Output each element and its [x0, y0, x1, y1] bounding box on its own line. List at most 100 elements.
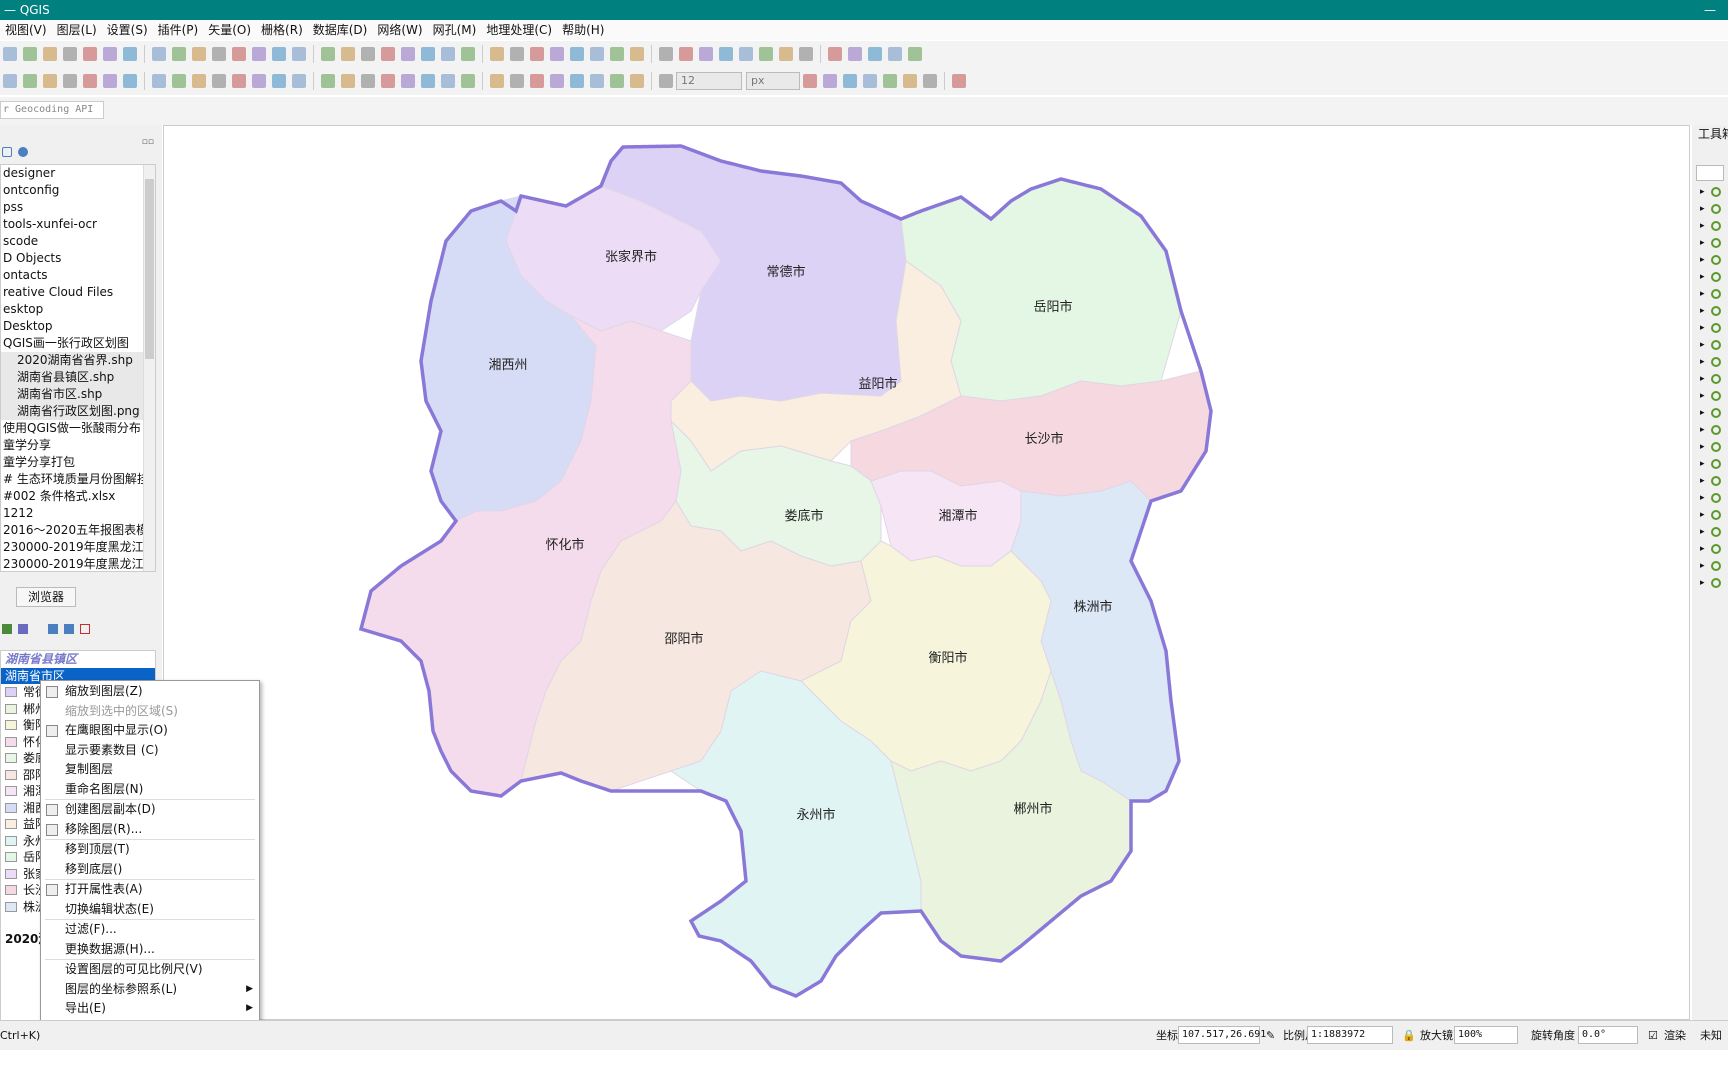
toolbox-provider-row[interactable]: ▸	[1692, 387, 1728, 404]
minimize-button[interactable]: —	[1704, 0, 1716, 20]
menu-item[interactable]: 网络(W)	[372, 20, 427, 40]
context-menu-item[interactable]: 创建图层副本(D)	[41, 800, 259, 820]
toolbar-tool-icon[interactable]	[212, 74, 226, 88]
browser-item[interactable]: 230000-2019年度黑龙江省	[1, 556, 155, 571]
toolbar-tool-icon[interactable]	[3, 74, 17, 88]
browser-item[interactable]: 2016～2020五年报图表模	[1, 522, 155, 539]
toolbar-tool-icon[interactable]	[321, 74, 335, 88]
context-menu-item[interactable]: 移到底层()	[41, 860, 259, 880]
browser-item[interactable]: D Objects	[1, 250, 155, 267]
toolbar-tool-icon[interactable]	[863, 74, 877, 88]
toolbox-provider-row[interactable]: ▸	[1692, 472, 1728, 489]
toolbar-tool-icon[interactable]	[401, 74, 415, 88]
toolbar-tool-icon[interactable]	[530, 74, 544, 88]
toolbar-tool-icon[interactable]	[401, 47, 415, 61]
toolbar-tool-icon[interactable]	[759, 47, 773, 61]
toolbar-tool-icon[interactable]	[659, 74, 673, 88]
hunan-map[interactable]: 张家界市常德市岳阳市湘西州益阳市长沙市娄底市 湘潭市怀化市株洲市邵阳市衡阳市永州市…	[164, 126, 1691, 1021]
layer-group-row[interactable]: 湖南省县镇区	[1, 651, 155, 668]
toolbar-tool-icon[interactable]	[152, 47, 166, 61]
toolbar-tool-icon[interactable]	[361, 47, 375, 61]
unit-combo[interactable]: px	[746, 72, 800, 90]
toolbar-tool-icon[interactable]	[152, 74, 166, 88]
context-menu-item[interactable]: 设置图层的可见比例尺(V)	[41, 960, 259, 980]
toolbar-tool-icon[interactable]	[341, 74, 355, 88]
toolbox-provider-row[interactable]: ▸	[1692, 336, 1728, 353]
context-menu-item[interactable]: 打开属性表(A)	[41, 880, 259, 900]
toolbar-tool-icon[interactable]	[123, 47, 137, 61]
toolbox-provider-row[interactable]: ▸	[1692, 438, 1728, 455]
unknown-crs-label[interactable]: 未知	[1700, 1028, 1722, 1044]
toolbar-tool-icon[interactable]	[43, 47, 57, 61]
toolbar-tool-icon[interactable]	[739, 47, 753, 61]
toolbar-tool-icon[interactable]	[823, 74, 837, 88]
browser-item[interactable]: reative Cloud Files	[1, 284, 155, 301]
context-menu-item[interactable]: 在鹰眼图中显示(O)	[41, 721, 259, 741]
toolbar-tool-icon[interactable]	[252, 74, 266, 88]
toolbar-tool-icon[interactable]	[868, 47, 882, 61]
panel-close-icon[interactable]: ▫▫	[142, 137, 154, 147]
toolbar-tool-icon[interactable]	[123, 74, 137, 88]
tab-browser[interactable]: 浏览器	[16, 587, 76, 607]
menu-item[interactable]: 数据库(D)	[308, 20, 373, 40]
browser-item[interactable]: ontacts	[1, 267, 155, 284]
toolbar-tool-icon[interactable]	[550, 47, 564, 61]
toolbar-tool-icon[interactable]	[292, 47, 306, 61]
toolbar-tool-icon[interactable]	[923, 74, 937, 88]
toolbox-provider-row[interactable]: ▸	[1692, 353, 1728, 370]
filter-icon[interactable]	[2, 624, 12, 634]
toolbar-tool-icon[interactable]	[361, 74, 375, 88]
browser-item[interactable]: Desktop	[1, 318, 155, 335]
toolbar-tool-icon[interactable]	[63, 47, 77, 61]
add-group-icon[interactable]	[18, 624, 28, 634]
toolbar-tool-icon[interactable]	[321, 47, 335, 61]
rotation-field[interactable]: 0.0°	[1578, 1026, 1638, 1044]
context-menu-item[interactable]: 过滤(F)...	[41, 920, 259, 940]
toolbar-tool-icon[interactable]	[292, 74, 306, 88]
toolbar-tool-icon[interactable]	[421, 74, 435, 88]
toolbar-tool-icon[interactable]	[630, 74, 644, 88]
toolbar-tool-icon[interactable]	[490, 74, 504, 88]
menu-item[interactable]: 网孔(M)	[428, 20, 482, 40]
toolbar-tool-icon[interactable]	[421, 47, 435, 61]
browser-item[interactable]: 湖南省行政区划图.png	[1, 403, 155, 420]
geocoding-input[interactable]: r Geocoding API	[0, 101, 104, 119]
toolbox-provider-row[interactable]: ▸	[1692, 285, 1728, 302]
browser-item[interactable]: esktop	[1, 301, 155, 318]
context-menu-item[interactable]: 更换数据源(H)...	[41, 940, 259, 960]
browser-item[interactable]: 童学分享	[1, 437, 155, 454]
render-checkbox[interactable]: ☑	[1648, 1028, 1658, 1044]
toolbox-provider-row[interactable]: ▸	[1692, 251, 1728, 268]
browser-item[interactable]: ontconfig	[1, 182, 155, 199]
toolbar-tool-icon[interactable]	[103, 47, 117, 61]
context-menu-item[interactable]: 移到顶层(T)	[41, 840, 259, 860]
toolbar-tool-icon[interactable]	[83, 47, 97, 61]
toolbar-tool-icon[interactable]	[232, 47, 246, 61]
browser-item[interactable]: tools-xunfei-ocr	[1, 216, 155, 233]
toolbar-tool-icon[interactable]	[803, 74, 817, 88]
toolbar-tool-icon[interactable]	[272, 47, 286, 61]
toolbar-tool-icon[interactable]	[843, 74, 857, 88]
toolbar-tool-icon[interactable]	[441, 74, 455, 88]
browser-item[interactable]: designer	[1, 165, 155, 182]
toolbar-tool-icon[interactable]	[232, 74, 246, 88]
browser-scrollbar[interactable]	[143, 165, 155, 571]
context-menu-item[interactable]: 显示要素数目 (C)	[41, 741, 259, 761]
toolbox-provider-row[interactable]: ▸	[1692, 506, 1728, 523]
toolbar-tool-icon[interactable]	[848, 47, 862, 61]
browser-item[interactable]: 1212	[1, 505, 155, 522]
browser-item[interactable]: 2020湖南省省界.shp	[1, 352, 155, 369]
toolbox-provider-row[interactable]: ▸	[1692, 217, 1728, 234]
magnifier-field[interactable]: 100%	[1454, 1026, 1518, 1044]
toolbox-provider-row[interactable]: ▸	[1692, 234, 1728, 251]
context-menu-item[interactable]: 重命名图层(N)	[41, 780, 259, 800]
browser-item[interactable]: 童学分享打包	[1, 454, 155, 471]
toolbar-tool-icon[interactable]	[490, 47, 504, 61]
context-menu-item[interactable]: 移除图层(R)...	[41, 820, 259, 840]
toolbar-tool-icon[interactable]	[441, 47, 455, 61]
toolbar-tool-icon[interactable]	[590, 74, 604, 88]
menu-item[interactable]: 地理处理(C)	[481, 20, 557, 40]
toolbox-provider-row[interactable]: ▸	[1692, 319, 1728, 336]
context-menu-item[interactable]: 切换编辑状态(E)	[41, 900, 259, 920]
toolbar-tool-icon[interactable]	[888, 47, 902, 61]
